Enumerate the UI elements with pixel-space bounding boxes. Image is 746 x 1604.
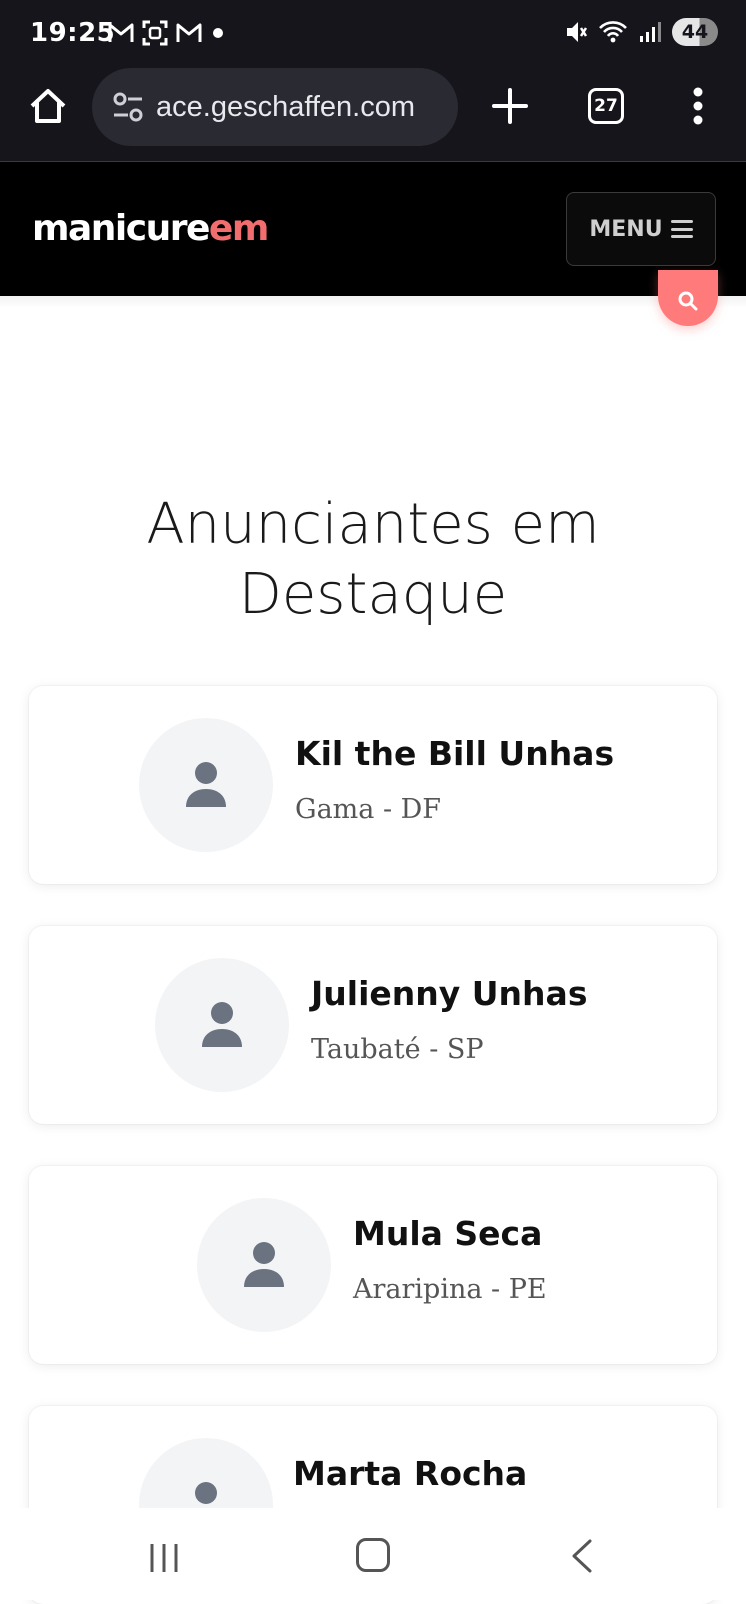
menu-button[interactable]: MENU <box>566 192 716 266</box>
gmail-icon <box>108 23 134 42</box>
new-tab-icon[interactable] <box>488 84 532 128</box>
system-nav-bar <box>0 1508 746 1600</box>
advertiser-name[interactable]: Mula Seca <box>353 1214 542 1253</box>
gmail-icon <box>176 23 202 42</box>
advertiser-location: Araripina - PE <box>353 1274 547 1305</box>
advertiser-card[interactable]: Kil the Bill Unhas Gama - DF <box>29 686 717 884</box>
address-bar[interactable]: ace.geschaffen.com <box>92 68 458 146</box>
header-divider <box>0 296 746 308</box>
hamburger-icon <box>670 220 693 238</box>
advertiser-card[interactable]: Julienny Unhas Taubaté - SP <box>29 926 717 1124</box>
avatar <box>155 958 289 1092</box>
battery-indicator: 44 <box>672 18 718 46</box>
logo-text-part1: manicure <box>32 208 210 249</box>
user-icon <box>202 1002 242 1047</box>
avatar <box>197 1198 331 1332</box>
wifi-icon <box>599 21 627 43</box>
back-icon[interactable] <box>568 1538 598 1574</box>
advertiser-location: Taubaté - SP <box>311 1034 484 1065</box>
home-nav-icon[interactable] <box>356 1538 390 1572</box>
user-icon <box>186 762 226 807</box>
search-icon <box>678 291 698 311</box>
system-icons: 44 <box>564 18 718 46</box>
site-header: manicureem MENU <box>0 162 746 296</box>
dot-icon <box>213 28 223 38</box>
section-title: Anunciantes em Destaque <box>146 492 600 627</box>
advertiser-name[interactable]: Kil the Bill Unhas <box>295 734 614 773</box>
advertiser-location: Gama - DF <box>295 794 442 825</box>
search-button[interactable] <box>658 270 718 326</box>
avatar <box>139 718 273 852</box>
home-icon[interactable] <box>26 84 70 128</box>
notification-icons <box>108 20 226 46</box>
site-settings-icon[interactable] <box>110 89 146 125</box>
mute-icon <box>567 22 588 42</box>
user-icon <box>244 1242 284 1287</box>
logo-text-part2: em <box>208 208 269 249</box>
tab-switcher-button[interactable]: 27 <box>588 88 624 124</box>
status-time: 19:25 <box>30 18 116 48</box>
recent-apps-icon[interactable] <box>146 1542 182 1574</box>
advertiser-name[interactable]: Marta Rocha <box>293 1454 527 1493</box>
browser-toolbar: ace.geschaffen.com 27 <box>0 66 746 162</box>
advertiser-name[interactable]: Julienny Unhas <box>311 974 587 1013</box>
menu-label: MENU <box>589 216 663 242</box>
status-bar: 19:25 44 <box>0 0 746 66</box>
site-logo[interactable]: manicureem <box>32 208 269 249</box>
url-text: ace.geschaffen.com <box>156 90 416 123</box>
screenshot-icon <box>142 20 168 46</box>
signal-icon <box>640 22 661 42</box>
more-options-icon[interactable] <box>686 84 710 128</box>
advertiser-card[interactable]: Mula Seca Araripina - PE <box>29 1166 717 1364</box>
